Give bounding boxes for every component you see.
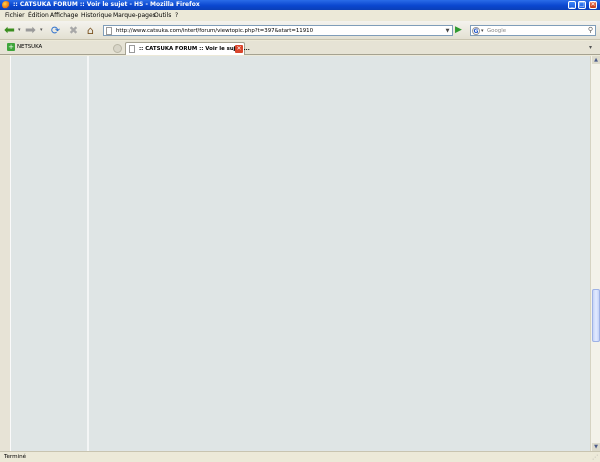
title-bar: :: CATSUKA FORUM :: Voir le sujet - HS -…: [0, 0, 600, 10]
tab-label: :: CATSUKA FORUM :: Voir le sujet ...: [139, 46, 250, 52]
search-engine-dropdown-icon[interactable]: ▾: [481, 27, 484, 35]
menu-help[interactable]: ?: [175, 12, 178, 19]
forward-history-dropdown-icon[interactable]: ▾: [40, 27, 43, 33]
url-dropdown-icon[interactable]: ▼: [444, 27, 451, 35]
maximize-button[interactable]: □: [578, 1, 586, 9]
scroll-down-icon[interactable]: ▼: [592, 443, 600, 451]
tab-list-icon[interactable]: ▾: [589, 44, 592, 51]
scroll-up-icon[interactable]: ▲: [592, 56, 600, 64]
tab-bar: [0, 41, 600, 55]
stop-icon[interactable]: ✖: [67, 24, 80, 37]
menu-fichier[interactable]: Fichier: [5, 12, 25, 19]
tab-catsuka-forum[interactable]: :: CATSUKA FORUM :: Voir le sujet ... ✕: [125, 42, 250, 55]
search-bar[interactable]: G ▾ Google ⚲: [470, 25, 596, 36]
bookmark-label: NETSUKA: [17, 44, 43, 50]
resize-grip-icon[interactable]: ⋰: [592, 454, 598, 461]
reload-icon[interactable]: ⟳: [49, 24, 62, 37]
back-history-dropdown-icon[interactable]: ▾: [18, 27, 21, 33]
content-border-line: [10, 56, 11, 451]
menu-historique[interactable]: Historique: [81, 12, 112, 19]
minimize-button[interactable]: _: [568, 1, 576, 9]
back-icon[interactable]: ⬅: [3, 24, 16, 37]
status-text: Terminé: [4, 454, 27, 460]
address-bar[interactable]: http://www.catsuka.com/interf/forum/view…: [103, 25, 453, 36]
menu-marque-pages[interactable]: Marque-pages: [113, 12, 156, 19]
menu-affichage[interactable]: Affichage: [50, 12, 78, 19]
menu-edition[interactable]: Édition: [28, 12, 49, 19]
close-tab-icon[interactable]: ✕: [235, 45, 243, 53]
window-title: :: CATSUKA FORUM :: Voir le sujet - HS -…: [13, 1, 200, 8]
page-left-margin: [0, 56, 10, 451]
menu-bar: Fichier Édition Affichage Historique Mar…: [0, 10, 600, 21]
page-icon: [106, 27, 112, 35]
add-bookmark-icon: +: [7, 43, 15, 51]
close-button[interactable]: ✕: [589, 1, 597, 9]
new-tab-button[interactable]: [113, 44, 122, 53]
forward-icon[interactable]: ➡: [24, 24, 37, 37]
page-icon: [129, 45, 135, 53]
vertical-scrollbar[interactable]: ▲ ▼: [590, 56, 600, 451]
go-icon[interactable]: ▶: [455, 26, 464, 35]
firefox-icon: [2, 1, 10, 9]
post-column-divider: [87, 56, 89, 451]
status-bar: Terminé ⋰: [0, 451, 600, 462]
scroll-thumb[interactable]: [592, 289, 600, 342]
search-input[interactable]: Google: [487, 27, 506, 35]
page-content[interactable]: [0, 56, 590, 451]
search-icon[interactable]: ⚲: [588, 26, 593, 35]
home-icon[interactable]: ⌂: [84, 24, 97, 37]
menu-outils[interactable]: Outils: [154, 12, 171, 19]
url-text[interactable]: http://www.catsuka.com/interf/forum/view…: [116, 27, 313, 35]
google-engine-icon[interactable]: G: [472, 27, 480, 35]
